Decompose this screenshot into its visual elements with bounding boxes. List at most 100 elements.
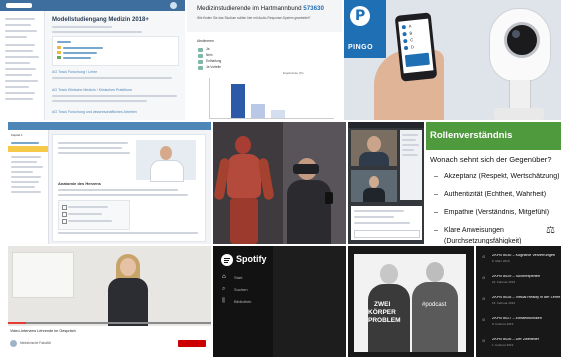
tree-item[interactable]	[11, 176, 41, 178]
tile-pingo-phone: P PINGO A B C D	[344, 0, 561, 120]
participant[interactable]	[402, 139, 416, 141]
result-bar	[231, 84, 245, 118]
subscribe-button[interactable]	[178, 340, 206, 347]
episode-play-icon[interactable]: ⊙	[482, 297, 485, 301]
nav-search[interactable]: Suchen	[234, 288, 248, 292]
quiz-checkbox[interactable]	[62, 212, 67, 217]
sidebar-item[interactable]	[5, 98, 33, 100]
tree-item[interactable]	[11, 181, 39, 183]
sidebar-item[interactable]	[5, 62, 30, 64]
chat-panel	[351, 206, 422, 240]
resource-link[interactable]	[63, 52, 97, 54]
news-link[interactable]	[57, 41, 71, 43]
moodle-logo[interactable]	[6, 3, 32, 8]
survey-question: Wie finden Sie das Studium sollten hier …	[197, 16, 311, 20]
sidebar-item[interactable]	[5, 50, 33, 52]
option-label[interactable]: Ja	[206, 47, 209, 51]
sidebar-item[interactable]	[5, 36, 27, 38]
participant[interactable]	[402, 134, 418, 136]
episode-play-icon[interactable]: ⊙	[482, 276, 485, 280]
chart-axis-y	[209, 78, 210, 118]
sidebar-item[interactable]	[5, 86, 29, 88]
quiz-checkbox[interactable]	[62, 205, 67, 210]
pingo-logo-letter: P	[355, 8, 366, 24]
tree-item[interactable]	[11, 156, 41, 158]
option-label[interactable]: Nein	[206, 53, 213, 57]
doctor-head	[160, 146, 172, 160]
episode-title[interactable]: ZKPB #026 – Der Zweiteiler	[492, 338, 561, 342]
episode-title[interactable]: ZKPB #028 – Virtual Reality in der Lehre	[492, 296, 561, 300]
tree-item[interactable]	[11, 186, 35, 188]
sidebar-item[interactable]	[5, 92, 35, 94]
phone-option[interactable]: B	[409, 30, 412, 35]
tree-item[interactable]	[11, 161, 37, 163]
quiz-option	[68, 220, 112, 222]
presenter-top	[108, 278, 148, 326]
section-heading[interactable]: AG Track Forschung und wissenschaftliche…	[52, 110, 137, 115]
sidebar-item[interactable]	[5, 44, 35, 46]
cover-title-line3: PROBLEM	[368, 317, 401, 324]
episode-title[interactable]: ZKPB #030 – Kognitive Verzerrungen	[492, 254, 561, 258]
tree-item[interactable]	[11, 191, 41, 193]
section-heading[interactable]: AG Track Klinische Medizin / Klinisches …	[52, 88, 132, 93]
conference-topbar	[348, 122, 424, 128]
section-text	[52, 100, 147, 102]
tree-item-active[interactable]	[8, 146, 48, 152]
tree-item[interactable]	[11, 142, 39, 144]
resource-link[interactable]	[63, 47, 103, 49]
sidebar-item[interactable]	[5, 80, 38, 82]
option-indicator	[403, 45, 409, 51]
sidebar-item[interactable]	[5, 18, 35, 20]
video-frame	[8, 246, 211, 326]
option-label[interactable]: Ja Vorteile	[206, 65, 221, 69]
quiz-checkbox[interactable]	[62, 219, 67, 224]
slide-bullet: Klare Anweisungen (Durchsetzungsfähigkei…	[444, 227, 522, 244]
module-topbar	[8, 122, 211, 130]
option-indicator	[402, 31, 407, 37]
bullet-dash: –	[434, 191, 438, 198]
presenter-face	[120, 258, 136, 276]
option-indicator	[403, 38, 408, 44]
tile-episode-list: ⊙ ZKPB #030 – Kognitive Verzerrungen 8. …	[476, 246, 561, 357]
episode-play-icon[interactable]: ⊙	[482, 255, 485, 259]
quiz-box	[58, 200, 130, 230]
episode-play-icon[interactable]: ⊙	[482, 318, 485, 322]
module-name: Kapitel 1	[11, 133, 23, 137]
spotify-brand: Spotify	[236, 254, 267, 264]
channel-avatar[interactable]	[10, 340, 17, 347]
phone-option[interactable]: D	[411, 44, 414, 49]
participant[interactable]	[402, 144, 419, 146]
tile-moodle-course: Modellstudiengang Medizin 2018+ AG Track…	[0, 0, 185, 120]
sidebar-item[interactable]	[5, 74, 32, 76]
sidebar-item[interactable]	[5, 24, 31, 26]
section-heading[interactable]: AG Track Forschung / Lehre	[52, 70, 97, 75]
slide-bullet: Akzeptanz (Respekt, Wertschätzung)	[444, 173, 560, 180]
channel-name[interactable]: Medizinische Fakultät	[20, 341, 51, 345]
participant[interactable]	[402, 154, 418, 156]
resource-link[interactable]	[63, 57, 91, 59]
sidebar-item[interactable]	[5, 68, 36, 70]
video-progress-track[interactable]	[8, 322, 211, 324]
episode-title[interactable]: ZKPB #027 – Einsteinkliniken	[492, 317, 561, 321]
sidebar-item[interactable]	[5, 30, 37, 32]
nav-library[interactable]: Bibliothek	[234, 300, 251, 304]
nav-home[interactable]: Start	[234, 276, 242, 280]
cover-art[interactable]: ZWEI KÖRPER PROBLEM #podcast	[354, 254, 466, 352]
episode-play-icon[interactable]: ⊙	[482, 339, 485, 343]
tree-item[interactable]	[11, 166, 43, 168]
participant[interactable]	[402, 149, 414, 151]
tile-slide-roles: Rollenverständnis Wonach sehnt sich der …	[426, 122, 561, 244]
whiteboard	[12, 252, 74, 298]
episode-title[interactable]: ZKPB #029 – Suchtexperten	[492, 275, 561, 279]
tile-video-conference	[348, 122, 424, 244]
option-label[interactable]: Enthaltung	[206, 59, 221, 63]
phone-option[interactable]: C	[410, 37, 413, 42]
chat-input[interactable]	[354, 230, 420, 238]
sidebar-item[interactable]	[5, 56, 39, 58]
doctor-photo	[136, 140, 196, 182]
tree-item[interactable]	[11, 171, 33, 173]
user-avatar[interactable]	[170, 2, 177, 9]
submit-button[interactable]	[404, 52, 430, 68]
episode-date: 15. Februar 2019	[492, 301, 516, 305]
phone-option[interactable]: A	[409, 23, 412, 28]
